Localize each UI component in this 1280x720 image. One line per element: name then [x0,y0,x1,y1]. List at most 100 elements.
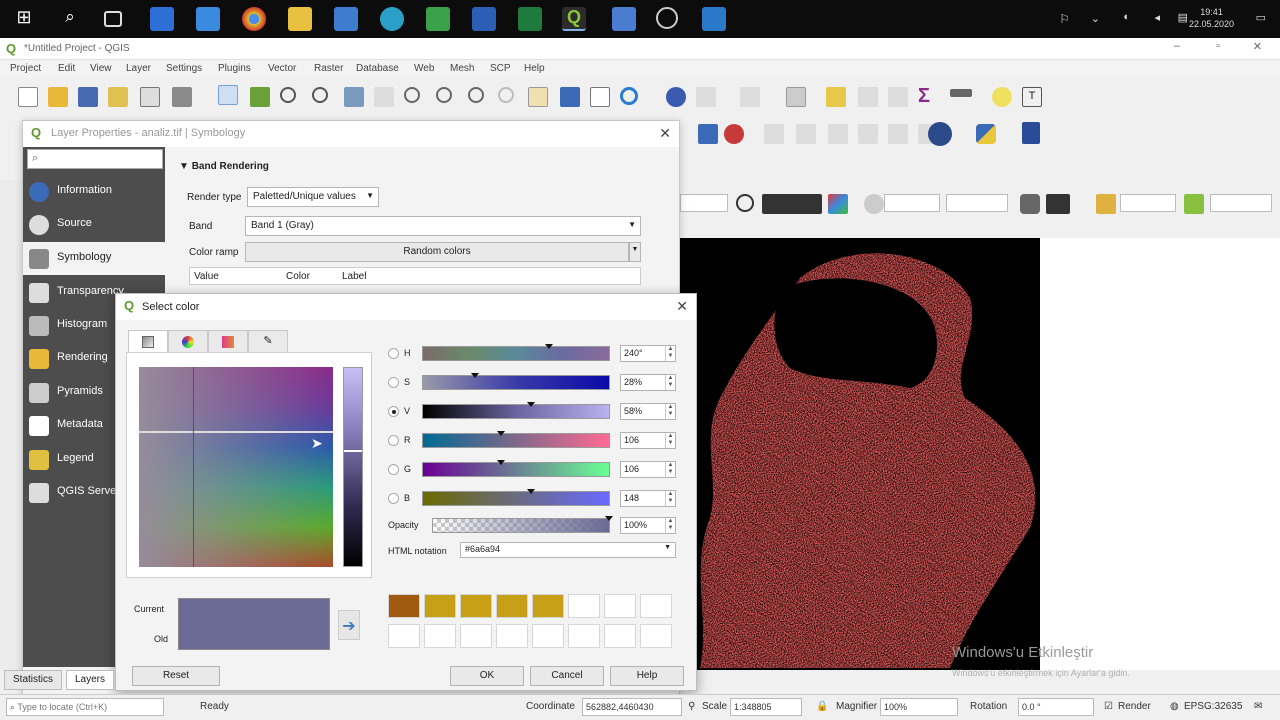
slider-thumb[interactable] [526,489,535,494]
excel-icon[interactable] [518,7,542,31]
tab-color-palette[interactable] [208,330,248,352]
column-value[interactable]: Value [194,271,219,282]
gps-icon[interactable] [928,122,952,146]
sidebar-item-source[interactable]: Source [23,208,165,241]
zoom-full-icon[interactable] [344,87,364,107]
band-rendering-heading[interactable]: ▼ Band Rendering [179,161,269,172]
menu-view[interactable]: View [90,63,112,74]
messages-icon[interactable]: ✉ [1254,701,1262,712]
scp-preview-icon[interactable] [762,194,822,214]
reset-button[interactable]: Reset [132,666,220,686]
render-checkbox-icon[interactable]: ☑ [1104,701,1113,712]
people-icon[interactable]: ⚐ [1059,12,1070,26]
scp-field-3[interactable] [946,194,1008,212]
search-icon[interactable]: ⌕ [58,7,82,31]
band-select[interactable]: Band 1 (Gray) ▼ [245,216,641,236]
vertex-tool-icon[interactable] [764,124,784,144]
save-project-icon[interactable] [78,87,98,107]
magnifier-field[interactable]: 100% [880,698,958,716]
green-app-icon[interactable] [426,7,450,31]
network-icon[interactable]: ◐ [1123,11,1130,23]
scp-field-4[interactable] [1120,194,1176,212]
component-slider[interactable] [422,344,610,361]
component-spinbox[interactable]: 28% ▲ ▼ [620,374,676,391]
menu-edit[interactable]: Edit [58,63,75,74]
spin-arrows-icon[interactable]: ▲ ▼ [665,491,675,506]
close-icon[interactable]: ✕ [676,298,688,315]
color-ramp-button[interactable]: Random colors [245,242,629,262]
component-spinbox[interactable]: 148 ▲ ▼ [620,490,676,507]
python-icon[interactable] [976,124,996,144]
open-project-icon[interactable] [48,87,68,107]
remote-app-icon[interactable] [702,7,726,31]
menu-help[interactable]: Help [524,63,545,74]
opacity-thumb[interactable] [605,516,613,521]
select-features-icon[interactable] [696,87,716,107]
new-map-view-icon[interactable] [528,87,548,107]
store-app-icon[interactable] [196,7,220,31]
toolbox-icon[interactable] [888,87,908,107]
render-type-select[interactable]: Paletted/Unique values ▼ [247,187,379,207]
color-swatch[interactable] [496,594,528,618]
merge-feature-icon[interactable] [888,124,908,144]
component-slider[interactable] [422,431,610,448]
sidebar-item-information[interactable]: Information [23,175,165,208]
zoom-next-icon[interactable] [498,87,514,103]
text-annotation-icon[interactable]: T [1022,87,1042,107]
rotation-field[interactable]: 0.0 ° [1018,698,1094,716]
style-manager-icon[interactable] [172,87,192,107]
html-notation-input[interactable]: #6a6a94 ▼ [460,542,676,558]
component-spinbox[interactable]: 106 ▲ ▼ [620,432,676,449]
scp-field-1[interactable] [680,194,728,212]
scp-zoom-icon[interactable] [736,194,754,212]
radio-h[interactable] [388,348,399,359]
value-slider-handle[interactable] [344,450,362,452]
sidebar-search-input[interactable]: ⌕ [27,149,163,169]
new-project-icon[interactable] [18,87,38,107]
menu-raster[interactable]: Raster [314,63,343,74]
color-swatch[interactable] [460,624,492,648]
chevron-up-icon[interactable]: ⌄ [1091,12,1100,25]
save-as-icon[interactable] [108,87,128,107]
menu-layer[interactable]: Layer [126,63,151,74]
document-app-icon[interactable] [612,7,636,31]
digitize-icon[interactable] [698,124,718,144]
slider-thumb[interactable] [497,460,506,465]
chrome-icon[interactable] [242,7,266,31]
saturation-value-square[interactable]: ➤ [139,367,333,567]
spin-arrows-icon[interactable]: ▲ ▼ [665,346,675,361]
component-spinbox[interactable]: 240° ▲ ▼ [620,345,676,362]
scp-database-icon[interactable] [1020,194,1040,214]
color-swatch[interactable] [604,624,636,648]
close-icon[interactable]: ✕ [659,125,671,142]
zoom-layer-icon[interactable] [404,87,420,103]
component-spinbox[interactable]: 58% ▲ ▼ [620,403,676,420]
spin-arrows-icon[interactable]: ▲ ▼ [665,375,675,390]
mail-envelope-icon[interactable] [334,7,358,31]
opacity-spinbox[interactable]: 100% ▲ ▼ [620,517,676,534]
menu-vector[interactable]: Vector [268,63,296,74]
minimize-icon[interactable]: – [1174,40,1180,52]
spin-arrows-icon[interactable]: ▲ ▼ [665,462,675,477]
locator-input[interactable]: ⌕ Type to locate (Ctrl+K) [6,698,164,716]
deselect-icon[interactable] [740,87,760,107]
color-swatch[interactable] [496,624,528,648]
zoom-out-icon[interactable] [312,87,328,103]
word-icon[interactable] [472,7,496,31]
print-layout-icon[interactable] [140,87,160,107]
split-feature-icon[interactable] [858,124,878,144]
value-slider[interactable] [343,367,363,567]
slider-thumb[interactable] [497,431,506,436]
lock-scale-icon[interactable]: ⚲ [688,701,695,712]
menu-database[interactable]: Database [356,63,399,74]
sum-icon[interactable]: Σ [918,85,938,107]
slider-thumb[interactable] [471,373,480,378]
show-bookmarks-icon[interactable] [590,87,610,107]
scp-run-icon[interactable] [1184,194,1204,214]
scp-raster-icon[interactable] [1096,194,1116,214]
radio-s[interactable] [388,377,399,388]
identify-icon[interactable] [666,87,686,107]
color-swatch[interactable] [388,594,420,618]
radio-r[interactable] [388,435,399,446]
color-swatch[interactable] [388,624,420,648]
